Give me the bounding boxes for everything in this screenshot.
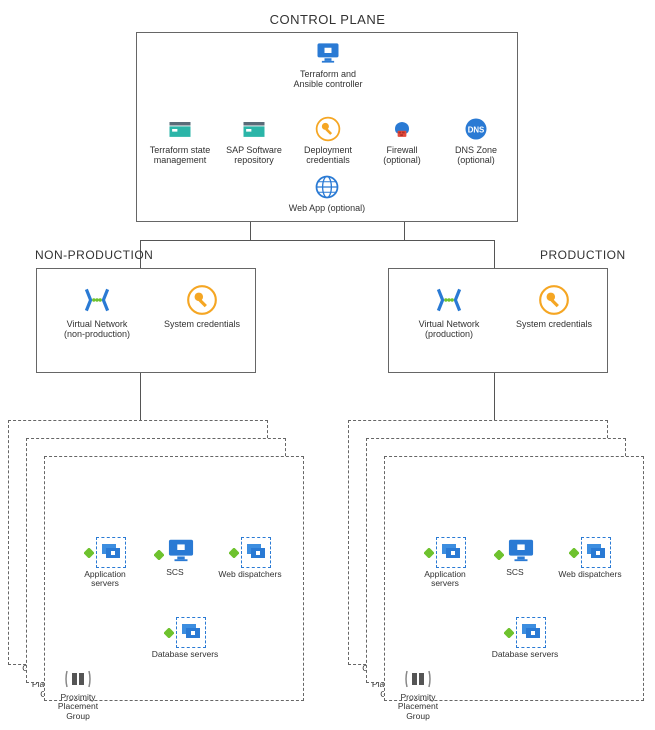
- connector: [494, 240, 495, 268]
- connector: [140, 240, 495, 241]
- vm-group-icon: [176, 617, 206, 648]
- prod-stack: Application servers SCS Web dispatchers: [348, 420, 638, 720]
- globe-icon: [313, 173, 341, 201]
- db-servers: Database servers: [145, 617, 225, 659]
- monitor-icon: [314, 39, 342, 67]
- ppg-front: Proximity Placement Group: [48, 668, 108, 721]
- ppg-front: Proximity Placement Group: [388, 668, 448, 721]
- app-servers: Application servers: [415, 537, 475, 589]
- diamond-icon: [229, 548, 239, 558]
- diamond-icon: [494, 550, 504, 560]
- stack-card: Application servers SCS Web dispa: [44, 456, 304, 701]
- vm-group-icon: [241, 537, 271, 568]
- vm-group-icon: [581, 537, 611, 568]
- nonprod-label: NON-PRODUCTION: [35, 248, 153, 262]
- web-app: Web App (optional): [267, 173, 387, 213]
- firewall-icon: [388, 115, 416, 143]
- diamond-icon: [424, 548, 434, 558]
- terraform-state: Terraform state management: [145, 115, 215, 166]
- scs: SCS: [145, 537, 205, 577]
- ppg-icon: [403, 668, 433, 690]
- monitor-icon: [166, 537, 196, 563]
- nonprod-stack: Application servers SCS Web dispa: [8, 420, 298, 720]
- terraform-controller: Terraform and Ansible controller: [293, 39, 363, 90]
- web-dispatchers: Web dispatchers: [215, 537, 285, 579]
- connector: [404, 222, 405, 240]
- nonprod-box: Virtual Network (non-production) System …: [36, 268, 256, 373]
- scs: SCS: [485, 537, 545, 577]
- prod-label: PRODUCTION: [540, 248, 626, 262]
- connector: [250, 222, 251, 240]
- vm-group-icon: [96, 537, 126, 568]
- vnet-icon: [432, 283, 466, 317]
- dns-zone: DNS DNS Zone (optional): [441, 115, 511, 166]
- storage-icon: [240, 115, 268, 143]
- db-servers: Database servers: [485, 617, 565, 659]
- monitor-icon: [506, 537, 536, 563]
- ppg-icon: [63, 668, 93, 690]
- control-plane-box: Terraform and Ansible controller Terrafo…: [136, 32, 518, 222]
- deploy-credentials: Deployment credentials: [293, 115, 363, 166]
- sys-creds-prod: System credentials: [509, 283, 599, 329]
- sap-repo: SAP Software repository: [219, 115, 289, 166]
- vnet-icon: [80, 283, 114, 317]
- diamond-icon: [154, 550, 164, 560]
- vnet-prod: Virtual Network (production): [409, 283, 489, 340]
- sys-creds-nonprod: System credentials: [157, 283, 247, 329]
- key-icon: [537, 283, 571, 317]
- dns-icon: DNS: [462, 115, 490, 143]
- control-plane-title: CONTROL PLANE: [0, 12, 655, 27]
- web-dispatchers: Web dispatchers: [555, 537, 625, 579]
- connector: [140, 373, 141, 423]
- prod-box: Virtual Network (production) System cred…: [388, 268, 608, 373]
- diamond-icon: [569, 548, 579, 558]
- vm-group-icon: [516, 617, 546, 648]
- storage-icon: [166, 115, 194, 143]
- diamond-icon: [84, 548, 94, 558]
- diamond-icon: [164, 628, 174, 638]
- connector: [494, 373, 495, 423]
- diamond-icon: [504, 628, 514, 638]
- key-icon: [314, 115, 342, 143]
- stack-card: Application servers SCS Web dispatchers: [384, 456, 644, 701]
- firewall: Firewall (optional): [367, 115, 437, 166]
- vm-group-icon: [436, 537, 466, 568]
- key-icon: [185, 283, 219, 317]
- vnet-nonprod: Virtual Network (non-production): [57, 283, 137, 340]
- svg-text:DNS: DNS: [468, 126, 485, 135]
- app-servers: Application servers: [75, 537, 135, 589]
